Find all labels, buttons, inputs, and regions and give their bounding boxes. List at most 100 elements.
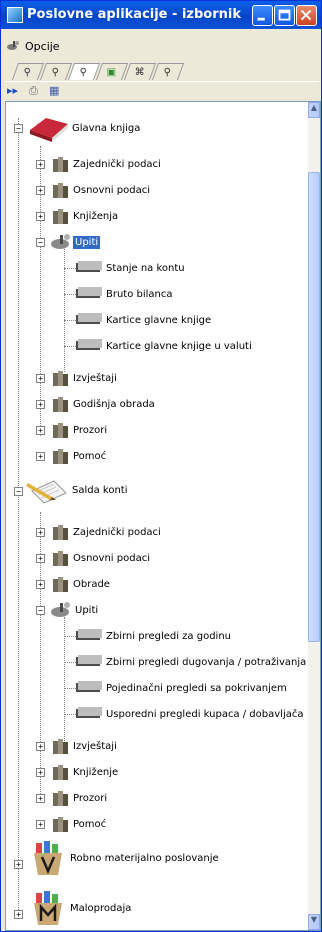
expand-icon[interactable]: + [36,793,45,803]
expand-icon[interactable]: + [36,159,45,169]
books-icon [53,525,68,540]
tree-node[interactable]: + Zajednički podaci [36,154,163,174]
tree-leaf[interactable]: Kartice glavne knjige [64,310,213,330]
tab-4[interactable]: ▣ [95,63,129,80]
tree-node-salda-konti[interactable]: − Salda konti [14,480,130,504]
fast-forward-icon[interactable]: ▸▸ [7,84,18,98]
satellite-icon [51,234,70,249]
tree-node[interactable]: + Osnovni podaci [36,180,152,200]
printer-icon[interactable]: ⎙ [29,84,38,98]
scroll-down-button[interactable]: ▼ [308,914,320,930]
expand-icon[interactable]: + [36,425,45,435]
tree-label: Godišnja obrada [73,398,155,410]
tree-node-maloprodaja[interactable]: + Maloprodaja [14,891,133,925]
expand-icon[interactable]: + [36,819,45,829]
arrow-down-icon: ▼ [310,915,318,924]
tree-leaf[interactable]: Usporedni pregledi kupaca / dobavljača [64,704,305,724]
grid-icon[interactable]: ▦ [49,84,59,98]
tree-node[interactable]: + Prozori [36,788,109,808]
collapse-icon[interactable]: − [36,605,45,615]
tree-node[interactable]: + Knjiženje [36,762,120,782]
expand-icon[interactable]: + [36,373,45,383]
toolbar: ▸▸ ⎙ ▦ [5,83,319,99]
tree-node[interactable]: + Zajednički podaci [36,522,163,542]
tree-node[interactable]: − Upiti [36,232,101,252]
maximize-button[interactable] [274,5,295,26]
satellite-icon [7,41,19,50]
tree-node[interactable]: + Obrade [36,574,112,594]
tree-node[interactable]: + Izvještaji [36,368,119,388]
collapse-icon[interactable]: − [14,487,23,496]
report-icon [76,287,102,298]
tree-node[interactable]: − Upiti [36,600,100,620]
tree-label: Zbirni pregledi za godinu [106,630,232,642]
tree-leaf[interactable]: Pojedinačni pregledi sa pokrivanjem [64,678,289,698]
tree-label: Maloprodaja [70,902,132,914]
tab-3[interactable]: ⚲ [67,63,101,80]
red-book-icon [30,118,68,142]
expand-icon[interactable]: + [36,185,45,195]
basket-m-icon [34,891,62,925]
menu-opcije[interactable]: Opcije [7,37,60,55]
tree-view[interactable]: − Glavna knjiga + Zajednički podaci + Os… [5,101,321,931]
report-icon [76,655,102,666]
books-icon [53,739,68,754]
tree-leaf[interactable]: Kartice glavne knjige u valuti [64,336,254,356]
collapse-icon[interactable]: − [14,124,23,133]
scroll-up-button[interactable]: ▲ [308,102,320,118]
tree-label: Knjiženja [73,210,119,222]
tree-label: Obrade [73,578,110,590]
tree-node[interactable]: + Pomoć [36,814,108,834]
tree-node[interactable]: + Knjiženja [36,206,120,226]
tree-label: Stanje na kontu [106,262,185,274]
expand-icon[interactable]: + [36,451,45,461]
tree-label: Salda konti [72,484,128,496]
books-icon [53,371,68,386]
tab-6[interactable]: ⚲ [151,63,185,80]
tab-1[interactable]: ⚲ [11,63,45,80]
expand-icon[interactable]: + [36,579,45,589]
tree-leaf[interactable]: Zbirni pregledi za godinu [64,626,233,646]
tree-node[interactable]: + Osnovni podaci [36,548,152,568]
report-icon [76,629,102,640]
close-button[interactable] [296,5,317,26]
title-bar[interactable]: Poslovne aplikacije - izbornik [1,1,321,29]
tree-node-glavna-knjiga[interactable]: − Glavna knjiga [14,118,142,142]
tree-node-robno[interactable]: + Robno materijalno poslovanje [14,841,221,875]
expand-icon[interactable]: + [36,767,45,777]
tab-5[interactable]: ⌘ [123,63,157,80]
expand-icon[interactable]: + [36,553,45,563]
tree-line [64,661,76,663]
tree-node[interactable]: + Godišnja obrada [36,394,157,414]
menu-bar: Opcije [5,35,319,57]
basket-v-icon [34,841,62,875]
expand-icon[interactable]: + [36,399,45,409]
tab-2[interactable]: ⚲ [39,63,73,80]
tree-node[interactable]: + Prozori [36,420,109,440]
maximize-icon [278,9,291,21]
tree-node[interactable]: + Izvještaji [36,736,119,756]
report-icon [76,681,102,692]
scrollbar-thumb[interactable] [308,172,320,642]
tree-line [64,713,76,715]
tree-node[interactable]: + Pomoć [36,446,108,466]
tree-label: Kartice glavne knjige u valuti [106,340,252,352]
tree-line [64,635,76,637]
tree-label: Knjiženje [73,766,119,778]
tree-leaf[interactable]: Bruto bilanca [64,284,175,304]
tree-label: Pomoć [73,450,107,462]
expand-icon[interactable]: + [36,741,45,751]
expand-icon[interactable]: + [14,860,23,869]
tree-line [64,345,76,347]
expand-icon[interactable]: + [36,211,45,221]
tree-label: Pojedinačni pregledi sa pokrivanjem [106,682,287,694]
minimize-button[interactable] [252,5,273,26]
tree-leaf[interactable]: Zbirni pregledi dugovanja / potraživanja [64,652,308,672]
form-icon: ▣ [107,66,117,78]
tree-label: Zajednički podaci [73,526,161,538]
expand-icon[interactable]: + [36,527,45,537]
collapse-icon[interactable]: − [36,237,45,247]
expand-icon[interactable]: + [14,910,23,919]
tree-leaf[interactable]: Stanje na kontu [64,258,187,278]
books-icon [53,551,68,566]
